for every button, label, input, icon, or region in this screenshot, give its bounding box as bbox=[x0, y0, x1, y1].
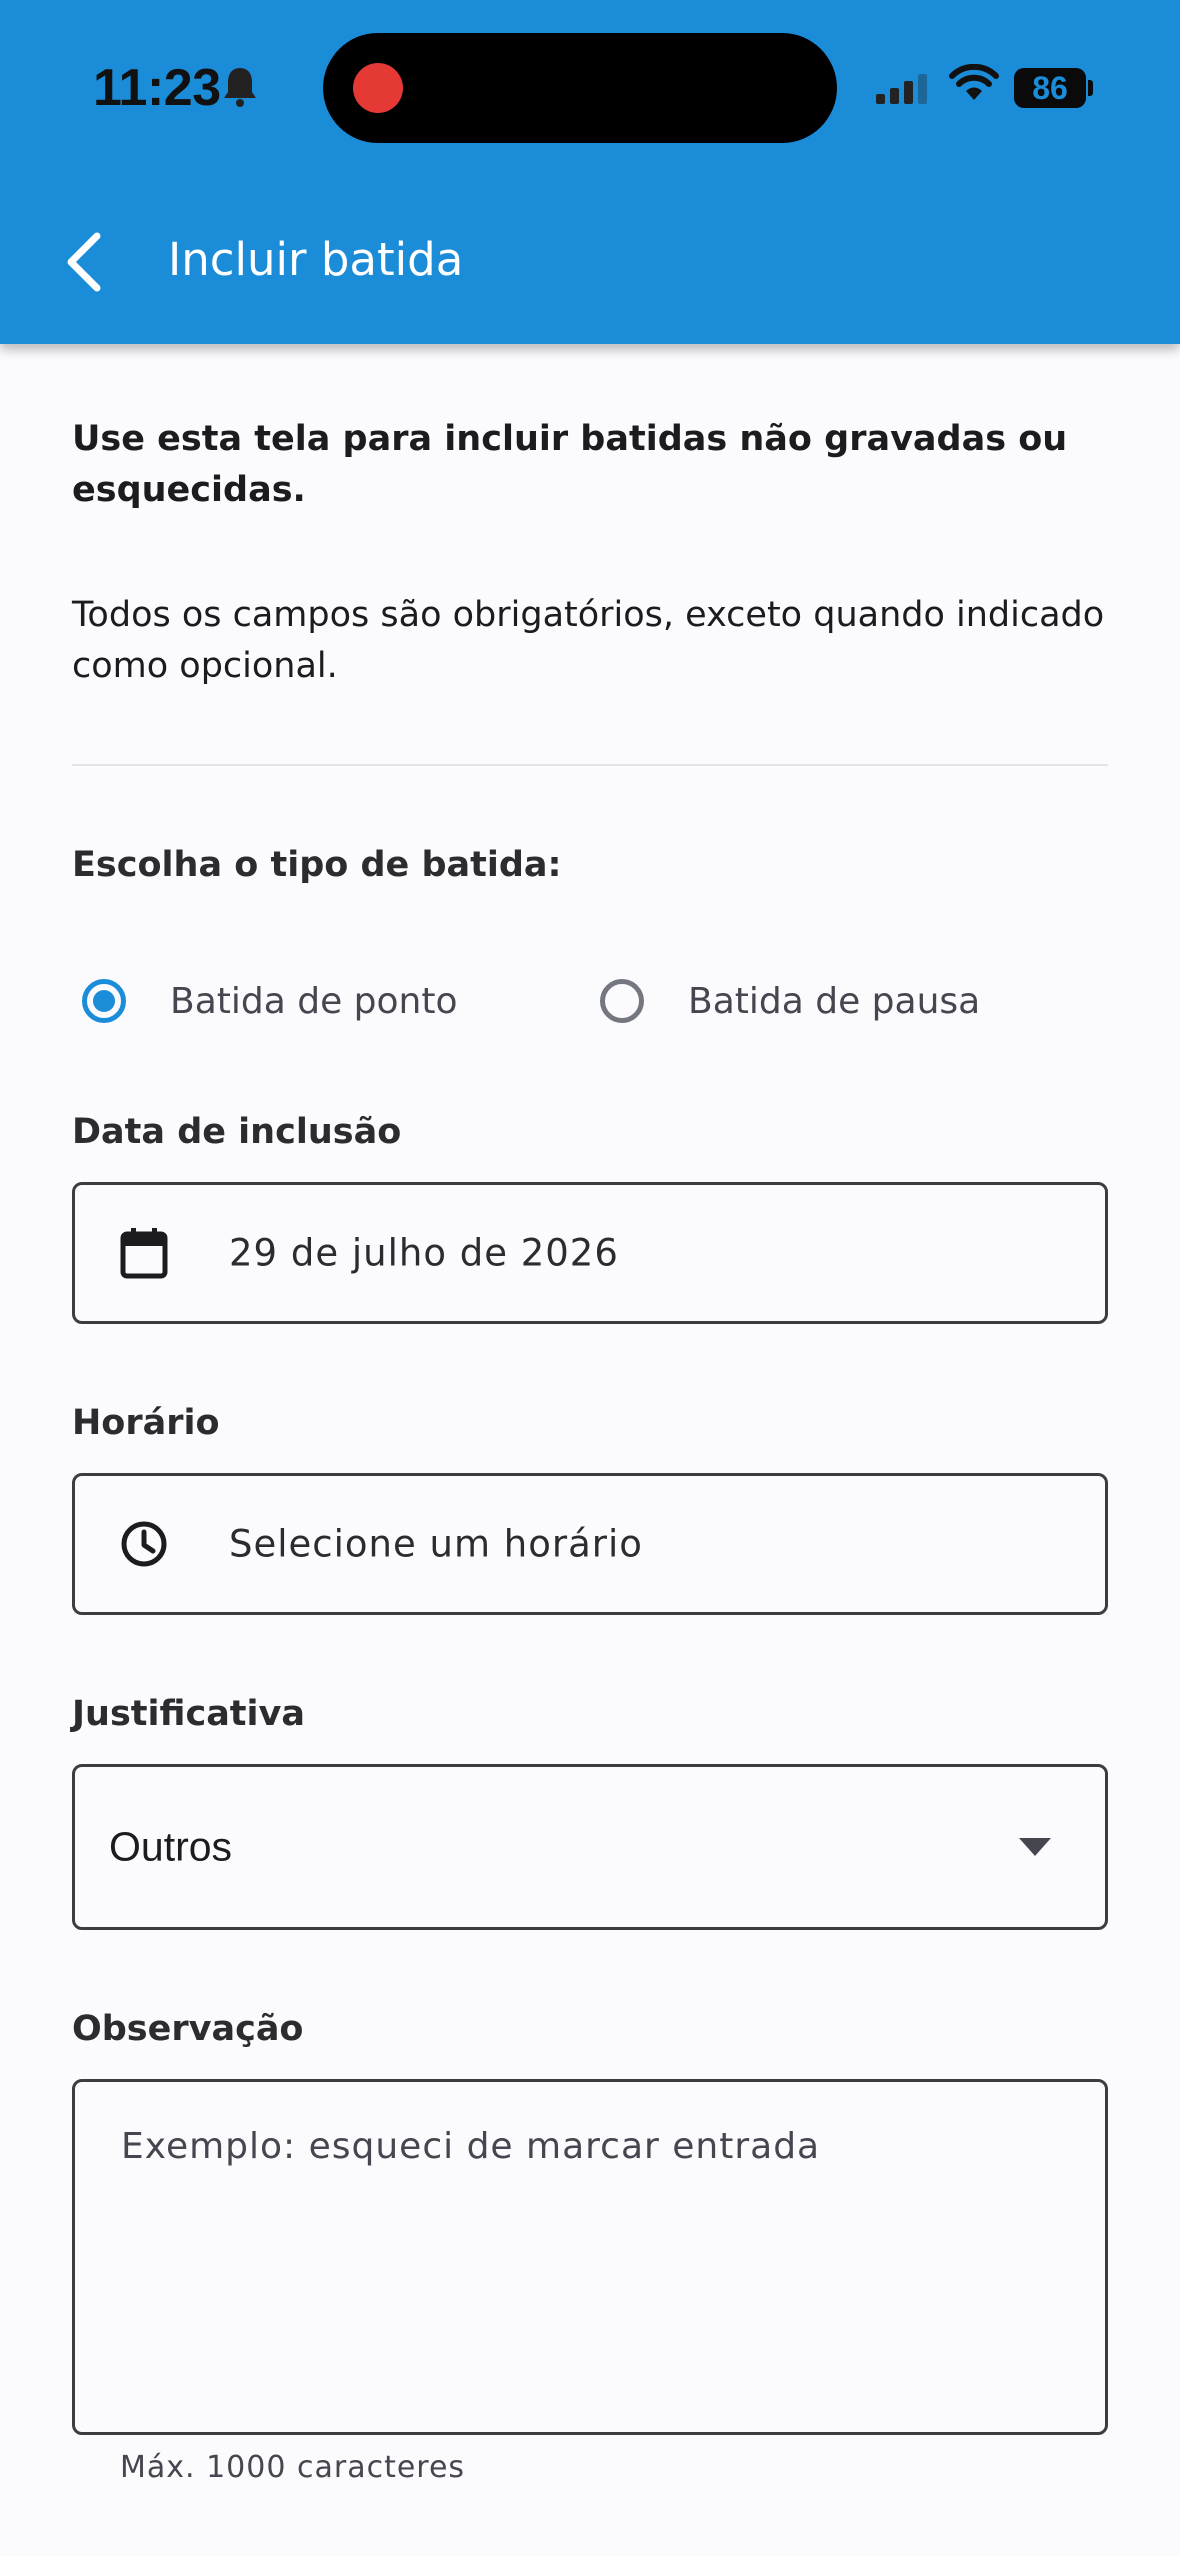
observation-label: Observação bbox=[72, 2009, 304, 2049]
silent-bell-icon bbox=[222, 64, 258, 112]
observation-textarea[interactable]: Exemplo: esqueci de marcar entrada bbox=[72, 2079, 1108, 2435]
dynamic-island bbox=[323, 33, 837, 143]
chevron-left-icon bbox=[67, 232, 101, 292]
justification-select[interactable]: Outros bbox=[72, 1764, 1108, 1930]
dropdown-arrow-icon bbox=[1019, 1838, 1051, 1856]
radio-batida-de-ponto[interactable]: Batida de ponto bbox=[82, 966, 458, 1036]
wifi-icon bbox=[948, 63, 1000, 108]
status-time: 11:23 bbox=[93, 59, 221, 117]
cellular-signal-icon bbox=[876, 72, 932, 108]
radio-selected-icon bbox=[82, 979, 126, 1023]
radio-unselected-icon bbox=[600, 979, 644, 1023]
justification-value: Outros bbox=[109, 1823, 233, 1870]
battery-indicator: 86 bbox=[1014, 68, 1086, 108]
app-header: 11:23 86 Incluir batida bbox=[0, 0, 1180, 344]
radio-label-ponto: Batida de ponto bbox=[170, 980, 458, 1022]
page-title: Incluir batida bbox=[168, 233, 464, 286]
radio-batida-de-pausa[interactable]: Batida de pausa bbox=[600, 966, 980, 1036]
clock-icon bbox=[119, 1519, 169, 1569]
intro-text: Use esta tela para incluir batidas não g… bbox=[72, 419, 1068, 510]
radio-label-pausa: Batida de pausa bbox=[688, 980, 981, 1022]
observation-placeholder: Exemplo: esqueci de marcar entrada bbox=[121, 2126, 821, 2167]
punch-type-label: Escolha o tipo de batida: bbox=[72, 845, 562, 885]
date-field[interactable]: 29 de julho de 2026 bbox=[72, 1182, 1108, 1324]
character-limit-helper: Máx. 1000 caracteres bbox=[120, 2450, 466, 2485]
date-label: Data de inclusão bbox=[72, 1112, 402, 1152]
time-placeholder: Selecione um horário bbox=[229, 1522, 643, 1566]
required-fields-note: Todos os campos são obrigatórios, exceto… bbox=[72, 595, 1105, 686]
back-button[interactable] bbox=[48, 222, 118, 302]
justification-label: Justificativa bbox=[72, 1694, 305, 1734]
date-value: 29 de julho de 2026 bbox=[229, 1231, 619, 1275]
recording-indicator-icon bbox=[353, 63, 403, 113]
radio-dot bbox=[93, 990, 115, 1012]
battery-tip bbox=[1088, 80, 1093, 96]
time-field[interactable]: Selecione um horário bbox=[72, 1473, 1108, 1615]
time-label: Horário bbox=[72, 1403, 220, 1443]
divider bbox=[72, 764, 1108, 766]
calendar-icon bbox=[119, 1226, 169, 1280]
